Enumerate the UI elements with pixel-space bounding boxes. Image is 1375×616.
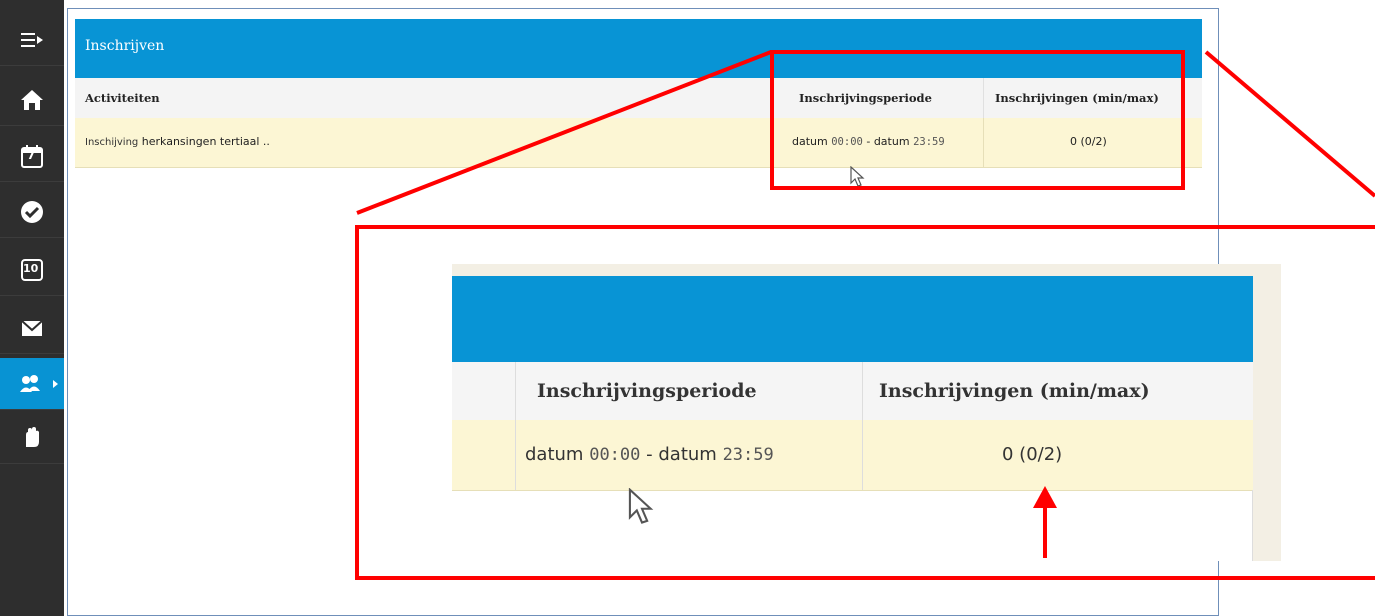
people-icon xyxy=(20,374,40,392)
page-title: Inschrijven xyxy=(85,38,165,54)
mail-icon xyxy=(21,319,43,336)
sidebar-item-mail[interactable] xyxy=(0,302,64,354)
activity-cell[interactable]: Inschijving herkansingen tertiaal .. xyxy=(85,118,270,166)
chevron-right-icon xyxy=(53,379,58,388)
sidebar: 7 10 xyxy=(0,0,64,616)
sidebar-item-home[interactable] xyxy=(0,74,64,126)
home-icon xyxy=(21,89,43,110)
menu-toggle-icon xyxy=(21,32,43,47)
activity-name: herkansingen tertiaal .. xyxy=(141,135,270,148)
hand-icon xyxy=(26,426,39,447)
sidebar-item-menu[interactable] xyxy=(0,14,64,66)
sidebar-item-hand[interactable] xyxy=(0,412,64,464)
sidebar-item-check[interactable] xyxy=(0,186,64,238)
highlight-box-zoom xyxy=(355,225,1375,580)
calendar-day-label: 7 xyxy=(27,148,36,162)
connector-line-right xyxy=(1204,50,1375,198)
sidebar-item-calendar[interactable]: 7 xyxy=(0,130,64,182)
sidebar-item-grades[interactable]: 10 xyxy=(0,244,64,296)
grades-label: 10 xyxy=(23,262,39,275)
sidebar-item-people[interactable] xyxy=(0,358,64,410)
highlight-box-small xyxy=(770,50,1185,190)
activity-prefix: Inschijving xyxy=(85,137,139,148)
check-icon xyxy=(21,200,43,223)
column-header-activiteiten[interactable]: Activiteiten xyxy=(85,78,160,118)
